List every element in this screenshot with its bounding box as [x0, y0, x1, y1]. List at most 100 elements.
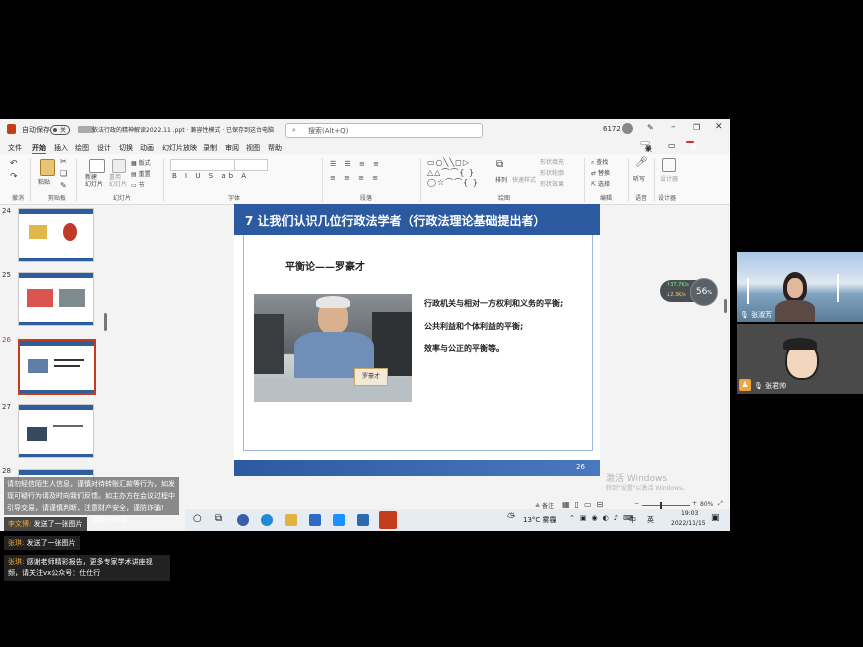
- minimize-icon[interactable]: –: [671, 122, 676, 132]
- designer-label: 设计器: [660, 176, 679, 183]
- menu-slideshow[interactable]: 幻灯片放映: [162, 143, 197, 153]
- redo-icon[interactable]: ↷: [10, 172, 18, 182]
- menu-record[interactable]: 录制: [203, 143, 217, 153]
- menu-review[interactable]: 审阅: [225, 143, 239, 153]
- edge-browser-icon[interactable]: [261, 514, 273, 526]
- view-mode-icons[interactable]: ▦▯▭⊟: [562, 500, 608, 509]
- slide-thumbnail-25[interactable]: [18, 272, 94, 326]
- participant-2-name: 张君帅: [765, 382, 787, 390]
- tray-icons[interactable]: ⌃▣◉◐♪⌨: [569, 514, 638, 522]
- shape-fill-label[interactable]: 形状填充: [540, 157, 564, 166]
- format-painter-icon[interactable]: ✎: [60, 181, 67, 190]
- menu-animations[interactable]: 动画: [140, 143, 154, 153]
- meeting-app-icon[interactable]: [357, 514, 369, 526]
- find-button[interactable]: ⌕ 查找: [591, 157, 608, 167]
- zoom-in-icon[interactable]: +: [692, 500, 697, 507]
- chat-overlap-text: 更新的内容: [92, 516, 127, 524]
- section-button[interactable]: ▭ 节: [131, 180, 145, 189]
- replace-button[interactable]: ⇄ 替换: [591, 168, 610, 177]
- security-notice: 请勿轻信陌生人信息，谨慎对待转账汇款等行为，如发现可疑行为请及时向我们反馈。如主…: [4, 477, 179, 515]
- shape-effect-label[interactable]: 形状效果: [540, 179, 564, 188]
- record-button[interactable]: ◉ 录制: [640, 141, 652, 163]
- paste-icon[interactable]: [40, 159, 55, 176]
- font-size-box[interactable]: [234, 159, 268, 171]
- clock-time[interactable]: 19:03: [681, 510, 698, 517]
- slide-thumbnail-27[interactable]: [18, 404, 94, 458]
- app-icon-1[interactable]: [237, 514, 249, 526]
- menu-draw[interactable]: 绘图: [75, 143, 89, 153]
- close-icon[interactable]: ✕: [715, 122, 723, 132]
- autosave-label: 自动保存: [22, 126, 50, 134]
- menu-file[interactable]: 文件: [8, 143, 22, 153]
- dictate-label: 听写: [633, 176, 646, 183]
- powerpoint-taskbar-icon[interactable]: [379, 511, 397, 529]
- editor-scrollbar[interactable]: [724, 299, 727, 313]
- menu-view[interactable]: 视图: [246, 143, 260, 153]
- mic-icon: 🎙︎: [740, 311, 752, 319]
- slide-page-number: 26: [576, 463, 585, 471]
- reset-button[interactable]: ▤ 重置: [131, 169, 151, 178]
- zoom-level: 80%: [700, 501, 714, 508]
- menu-insert[interactable]: 插入: [54, 143, 68, 153]
- zoom-out-icon[interactable]: −: [634, 500, 639, 507]
- group-editing: 编辑: [600, 195, 613, 202]
- chat-sender: 张琪:: [8, 558, 25, 566]
- sailboat-mast: [837, 274, 839, 302]
- comment-icon[interactable]: ▭: [668, 141, 676, 150]
- powerpoint-logo-icon: [7, 124, 16, 134]
- current-slide[interactable]: 7 让我们认识几位行政法学者（行政法理论基础提出者） 平衡论——罗豪才 罗豪才 …: [234, 204, 600, 476]
- microphone-icon[interactable]: 🎤︎: [635, 157, 648, 168]
- undo-icon[interactable]: ↶: [10, 159, 18, 169]
- weather-text[interactable]: 13°C 雾霾: [523, 515, 557, 525]
- slide-point-1: 行政机关与相对一方权利和义务的平衡;: [424, 299, 564, 308]
- pen-icon[interactable]: ✎: [647, 123, 654, 132]
- cut-icon[interactable]: ✂: [60, 157, 67, 166]
- network-meter[interactable]: ↑37.7K/s ↓2.3K/s 56%: [660, 278, 718, 306]
- slide-thumbnail-26-selected[interactable]: [18, 339, 96, 395]
- ime-mode[interactable]: 中: [629, 515, 636, 525]
- menu-transitions[interactable]: 切换: [119, 143, 133, 153]
- zoom-slider[interactable]: [642, 505, 690, 506]
- activate-windows-subtitle: 转到"设置"以激活 Windows。: [606, 485, 689, 492]
- zoom-slider-thumb[interactable]: [660, 502, 662, 509]
- select-button[interactable]: ⇱ 选择: [591, 179, 610, 188]
- slide-title: 7 让我们认识几位行政法学者（行政法理论基础提出者）: [245, 214, 546, 228]
- group-designer: 设计器: [658, 195, 677, 202]
- ime-lang[interactable]: 英: [647, 515, 654, 525]
- restore-icon[interactable]: ❐: [693, 123, 700, 132]
- menu-design[interactable]: 设计: [97, 143, 111, 153]
- internet-explorer-icon[interactable]: [333, 514, 345, 526]
- participant-video-2[interactable]: ♟ 🎙︎ 张君帅: [737, 324, 863, 394]
- reset-icon: ▤: [131, 171, 139, 178]
- arrange-icon[interactable]: ⧉: [496, 159, 503, 170]
- new-slide-icon[interactable]: [89, 159, 105, 173]
- reuse-slide-icon[interactable]: [112, 159, 126, 173]
- thumbnail-scrollbar[interactable]: [104, 313, 107, 331]
- avatar-icon[interactable]: [622, 123, 633, 134]
- file-explorer-icon[interactable]: [285, 514, 297, 526]
- participant-video-1[interactable]: 🎙︎ 张淑芳: [737, 252, 863, 322]
- share-button[interactable]: ⇪ 共享: [686, 141, 697, 162]
- layout-button[interactable]: ▦ 版式: [131, 158, 151, 167]
- slide-subtitle: 平衡论——罗豪才: [285, 262, 365, 273]
- chat-message: 张琪: 发送了一张图片: [4, 536, 80, 550]
- clock-date[interactable]: 2022/11/15: [671, 520, 706, 527]
- search-circle-icon[interactable]: ○: [193, 513, 202, 524]
- shapes-gallery-icon[interactable]: ▭○╲╲◻▷ △△⌒⌒{ } ◯☆⌒⌒{ }: [427, 158, 479, 188]
- align-icons[interactable]: ≡ ≡ ≡ ≡: [330, 174, 381, 182]
- task-view-icon[interactable]: ⧉: [215, 513, 222, 524]
- thumb-number: 27: [2, 403, 11, 411]
- search-box[interactable]: ⌕ 搜索(Alt+Q): [285, 123, 483, 138]
- slide-thumbnail-24[interactable]: [18, 208, 94, 262]
- paragraph-icons[interactable]: ☰ ☰ ≡ ≡: [330, 160, 382, 168]
- fit-slide-icon[interactable]: ⤢: [718, 500, 723, 508]
- shape-outline-label[interactable]: 形状轮廓: [540, 168, 564, 177]
- designer-icon[interactable]: [662, 158, 676, 172]
- mail-icon[interactable]: [309, 514, 321, 526]
- participant-body: [775, 300, 815, 322]
- menu-help[interactable]: 帮助: [268, 143, 282, 153]
- copy-icon[interactable]: ❏: [60, 169, 67, 178]
- quick-styles-label[interactable]: 快速样式: [512, 175, 536, 184]
- notification-icon[interactable]: ▣: [711, 513, 720, 523]
- font-format-icons[interactable]: B I U S ab A: [172, 172, 249, 180]
